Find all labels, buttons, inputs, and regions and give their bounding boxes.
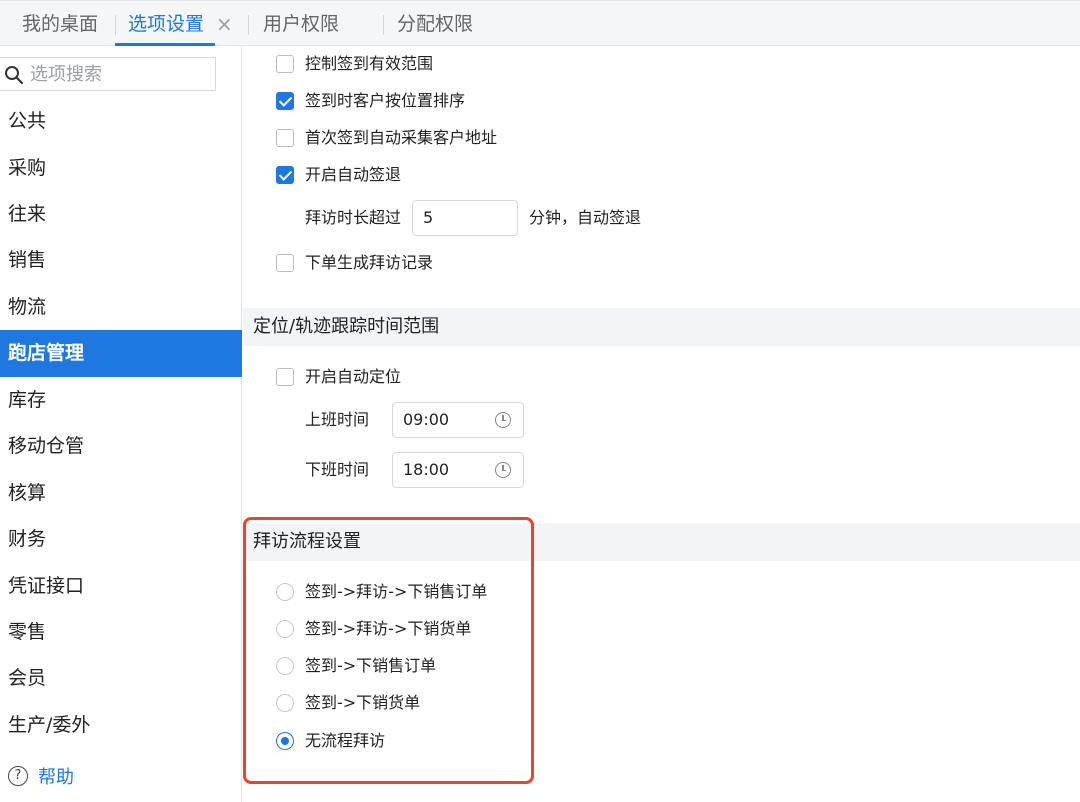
tab-my-desktop[interactable]: 我的桌面 (22, 1, 98, 47)
tab-user-permissions[interactable]: 用户权限 (263, 1, 339, 47)
sidebar-item-mobile-warehouse[interactable]: 移动仓管 (0, 423, 242, 470)
sidebar-item-retail[interactable]: 零售 (0, 609, 242, 656)
sidebar-item-finance[interactable]: 财务 (0, 516, 242, 563)
option-label: 开启自动定位 (305, 367, 402, 386)
help-icon: ? (8, 766, 28, 786)
tab-separator (383, 15, 384, 35)
tab-separator (248, 15, 249, 35)
work-end-value: 18:00 (403, 460, 450, 479)
radio-label: 签到->下销货单 (305, 693, 421, 712)
sidebar-item-logistics[interactable]: 物流 (0, 284, 242, 331)
option-label: 签到时客户按位置排序 (305, 91, 466, 110)
radio-label: 签到->拜访->下销售订单 (305, 582, 488, 601)
clock-icon[interactable] (495, 412, 511, 428)
checkbox[interactable] (276, 254, 294, 272)
option-label: 控制签到有效范围 (305, 54, 434, 73)
radio-label: 无流程拜访 (305, 731, 386, 750)
work-start-label: 上班时间 (305, 410, 370, 429)
radio-label: 签到->下销售订单 (305, 656, 437, 675)
radio-button[interactable] (276, 657, 294, 675)
tab-separator (115, 15, 116, 35)
sidebar-item-accounting[interactable]: 核算 (0, 470, 242, 517)
tab-bar: 我的桌面 选项设置 × 用户权限 分配权限 (0, 0, 1080, 46)
sidebar-item-voucher-interface[interactable]: 凭证接口 (0, 563, 242, 610)
sidebar-item-public[interactable]: 公共 (0, 98, 242, 145)
sidebar-item-members[interactable]: 会员 (0, 655, 242, 702)
radio-button[interactable] (276, 583, 294, 601)
radio-label: 签到->拜访->下销货单 (305, 619, 472, 638)
section-title-location: 定位/轨迹跟踪时间范围 (243, 308, 1080, 346)
sidebar-item-sales[interactable]: 销售 (0, 237, 242, 284)
active-tab-indicator (115, 43, 215, 46)
visit-duration-label: 拜访时长超过 (305, 208, 402, 227)
search-placeholder: 选项搜索 (30, 64, 102, 85)
option-label: 首次签到自动采集客户地址 (305, 128, 498, 147)
help-link[interactable]: ? 帮助 (8, 763, 74, 793)
visit-duration-input[interactable]: 5 (412, 200, 518, 236)
checkbox[interactable] (276, 166, 294, 184)
radio-button[interactable] (276, 732, 294, 750)
radio-button[interactable] (276, 620, 294, 638)
option-label: 开启自动签退 (305, 165, 402, 184)
visit-duration-unit: 分钟，自动签退 (529, 208, 642, 227)
work-end-label: 下班时间 (305, 460, 370, 479)
option-label: 下单生成拜访记录 (305, 253, 434, 272)
search-icon (5, 66, 24, 85)
tab-assign-permissions[interactable]: 分配权限 (397, 1, 473, 47)
radio-button[interactable] (276, 694, 294, 712)
section-title-visit-flow: 拜访流程设置 (243, 523, 1080, 561)
checkbox[interactable] (276, 129, 294, 147)
close-icon[interactable]: × (216, 1, 233, 47)
search-input[interactable]: 选项搜索 (0, 57, 216, 91)
checkbox[interactable] (276, 368, 294, 386)
sidebar-item-contacts[interactable]: 往来 (0, 191, 242, 238)
sidebar-item-store-visit[interactable]: 跑店管理 (0, 330, 242, 377)
sidebar: 选项搜索 公共 采购 往来 销售 物流 跑店管理 库存 移动仓管 核算 财务 凭… (0, 47, 242, 802)
checkbox[interactable] (276, 92, 294, 110)
tab-option-settings[interactable]: 选项设置 (128, 1, 204, 47)
work-start-time-input[interactable]: 09:00 (392, 402, 524, 438)
sidebar-item-purchase[interactable]: 采购 (0, 145, 242, 192)
clock-icon[interactable] (495, 462, 511, 478)
work-start-value: 09:00 (403, 410, 450, 429)
sidebar-item-production[interactable]: 生产/委外 (0, 702, 242, 749)
work-end-time-input[interactable]: 18:00 (392, 452, 524, 488)
main-content: 控制签到有效范围 签到时客户按位置排序 首次签到自动采集客户地址 开启自动签退 … (243, 47, 1080, 802)
sidebar-item-inventory[interactable]: 库存 (0, 377, 242, 424)
checkbox[interactable] (276, 55, 294, 73)
help-label: 帮助 (38, 767, 74, 788)
